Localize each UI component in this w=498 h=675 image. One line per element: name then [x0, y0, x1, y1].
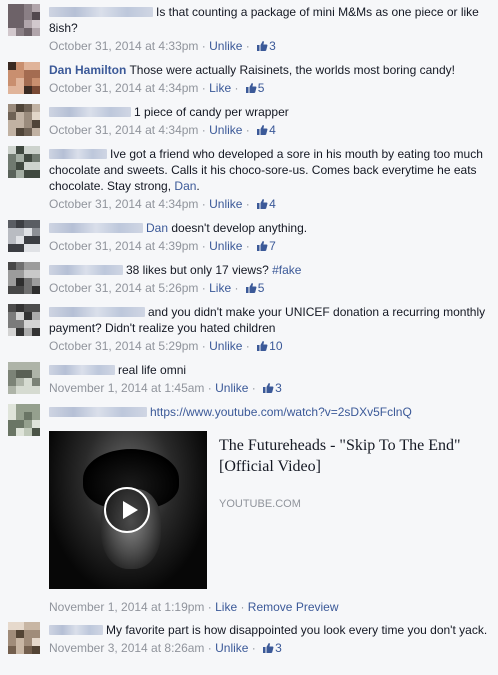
- remove-preview-link[interactable]: Remove Preview: [248, 600, 339, 614]
- commenter-name[interactable]: [49, 307, 145, 317]
- commenter-name[interactable]: [49, 7, 153, 17]
- like-toggle-link[interactable]: Like: [209, 281, 231, 295]
- comment-body: Dan doesn't develop anything. October 31…: [49, 220, 489, 254]
- like-count[interactable]: 3: [269, 39, 276, 53]
- preview-title[interactable]: The Futureheads - "Skip To The End" [Off…: [219, 435, 469, 477]
- comment-meta: October 31, 2014 at 4:33pm · Unlike · 3: [49, 39, 276, 53]
- comment-meta: October 31, 2014 at 4:34pm · Unlike · 4: [49, 123, 276, 137]
- comment-body: Ive got a friend who developed a sore in…: [49, 146, 489, 212]
- comment-text: My favorite part is how disappointed you…: [106, 623, 488, 637]
- commenter-name[interactable]: [49, 407, 147, 417]
- play-icon[interactable]: [104, 487, 150, 533]
- like-toggle-link[interactable]: Unlike: [209, 339, 242, 353]
- preview-domain: YOUTUBE.COM: [219, 498, 301, 510]
- like-count[interactable]: 5: [258, 281, 265, 295]
- thumbs-up-icon: [263, 643, 274, 653]
- like-count[interactable]: 3: [275, 381, 282, 395]
- like-toggle-link[interactable]: Unlike: [209, 39, 242, 53]
- thumbs-up-icon: [257, 241, 268, 251]
- comment-list: Is that counting a package of mini M&Ms …: [0, 0, 498, 675]
- comment-text: 38 likes but only 17 views?: [126, 263, 273, 277]
- thumbs-up-icon: [245, 83, 257, 93]
- like-count[interactable]: 3: [275, 641, 282, 655]
- commenter-name[interactable]: [49, 265, 123, 275]
- like-count[interactable]: 5: [258, 81, 265, 95]
- thumbs-up-icon: [263, 383, 274, 393]
- avatar[interactable]: [8, 362, 40, 394]
- comment-text: doesn't develop anything.: [168, 221, 308, 235]
- avatar[interactable]: [8, 146, 40, 178]
- like-toggle-link[interactable]: Unlike: [209, 197, 242, 211]
- timestamp[interactable]: October 31, 2014 at 4:39pm: [49, 239, 198, 253]
- comment-text: Those were actually Raisinets, the world…: [129, 63, 455, 77]
- comment-meta: October 31, 2014 at 4:39pm · Unlike · 7: [49, 239, 276, 253]
- like-toggle-link[interactable]: Unlike: [215, 381, 248, 395]
- timestamp[interactable]: October 31, 2014 at 5:26pm: [49, 281, 198, 295]
- timestamp[interactable]: October 31, 2014 at 4:34pm: [49, 81, 198, 95]
- mention-link[interactable]: Dan: [146, 221, 168, 235]
- avatar[interactable]: [8, 62, 40, 94]
- avatar[interactable]: [8, 622, 40, 654]
- like-toggle-link[interactable]: Like: [209, 81, 231, 95]
- avatar[interactable]: [8, 4, 40, 36]
- avatar[interactable]: [8, 262, 40, 294]
- timestamp[interactable]: November 1, 2014 at 1:45am: [49, 381, 204, 395]
- avatar[interactable]: [8, 220, 40, 252]
- comment-body: 38 likes but only 17 views? #fake Octobe…: [49, 262, 489, 296]
- timestamp[interactable]: October 31, 2014 at 5:29pm: [49, 339, 198, 353]
- like-count[interactable]: 7: [269, 239, 276, 253]
- like-toggle-link[interactable]: Unlike: [209, 239, 242, 253]
- comment-meta: October 31, 2014 at 4:34pm · Like · 5: [49, 81, 265, 95]
- comment-meta: October 31, 2014 at 5:26pm · Like · 5: [49, 281, 265, 295]
- like-toggle-link[interactable]: Like: [215, 600, 237, 614]
- like-count[interactable]: 4: [269, 197, 276, 211]
- comment-text: Ive got a friend who developed a sore in…: [49, 147, 483, 193]
- comment-meta: November 1, 2014 at 1:19pm · Like · Remo…: [49, 600, 339, 614]
- comment-meta: October 31, 2014 at 5:29pm · Unlike · 10: [49, 339, 283, 353]
- timestamp[interactable]: November 3, 2014 at 8:26am: [49, 641, 204, 655]
- comment-meta: November 3, 2014 at 8:26am · Unlike · 3: [49, 641, 282, 655]
- comment-text: 1 piece of candy per wrapper: [134, 105, 289, 119]
- video-thumbnail[interactable]: [49, 431, 207, 589]
- comment-body: real life omni November 1, 2014 at 1:45a…: [49, 362, 489, 396]
- commenter-name[interactable]: [49, 107, 131, 117]
- comment-body: My favorite part is how disappointed you…: [49, 622, 489, 656]
- like-toggle-link[interactable]: Unlike: [209, 123, 242, 137]
- comment-body: and you didn't make your UNICEF donation…: [49, 304, 489, 354]
- comment-body: Is that counting a package of mini M&Ms …: [49, 4, 489, 54]
- comment-body: 1 piece of candy per wrapper October 31,…: [49, 104, 489, 138]
- avatar[interactable]: [8, 404, 40, 436]
- commenter-name[interactable]: [49, 625, 103, 635]
- like-toggle-link[interactable]: Unlike: [215, 641, 248, 655]
- timestamp[interactable]: November 1, 2014 at 1:19pm: [49, 600, 204, 614]
- thumbs-up-icon: [257, 199, 268, 209]
- comment-body: Dan Hamilton Those were actually Raisine…: [49, 62, 489, 96]
- avatar[interactable]: [8, 304, 40, 336]
- commenter-name[interactable]: Dan Hamilton: [49, 63, 126, 77]
- like-count[interactable]: 10: [269, 339, 282, 353]
- thumbs-up-icon: [245, 283, 257, 293]
- link-preview[interactable]: The Futureheads - "Skip To The End" [Off…: [49, 431, 489, 591]
- thumbs-up-icon: [257, 341, 268, 351]
- avatar[interactable]: [8, 104, 40, 136]
- thumbs-up-icon: [257, 125, 268, 135]
- commenter-name[interactable]: [49, 149, 107, 159]
- mention-link[interactable]: Dan: [174, 179, 196, 193]
- comment-meta: November 1, 2014 at 1:45am · Unlike · 3: [49, 381, 282, 395]
- timestamp[interactable]: October 31, 2014 at 4:34pm: [49, 197, 198, 211]
- comment-meta: October 31, 2014 at 4:34pm · Unlike · 4: [49, 197, 276, 211]
- commenter-name[interactable]: [49, 365, 115, 375]
- hashtag-link[interactable]: #fake: [272, 263, 301, 277]
- comment-text: real life omni: [118, 363, 187, 377]
- like-count[interactable]: 4: [269, 123, 276, 137]
- commenter-name[interactable]: [49, 223, 143, 233]
- url-link[interactable]: https://www.youtube.com/watch?v=2sDXv5Fc…: [150, 405, 412, 419]
- timestamp[interactable]: October 31, 2014 at 4:34pm: [49, 123, 198, 137]
- thumbs-up-icon: [257, 41, 268, 51]
- comment-body: https://www.youtube.com/watch?v=2sDXv5Fc…: [49, 404, 489, 420]
- timestamp[interactable]: October 31, 2014 at 4:33pm: [49, 39, 198, 53]
